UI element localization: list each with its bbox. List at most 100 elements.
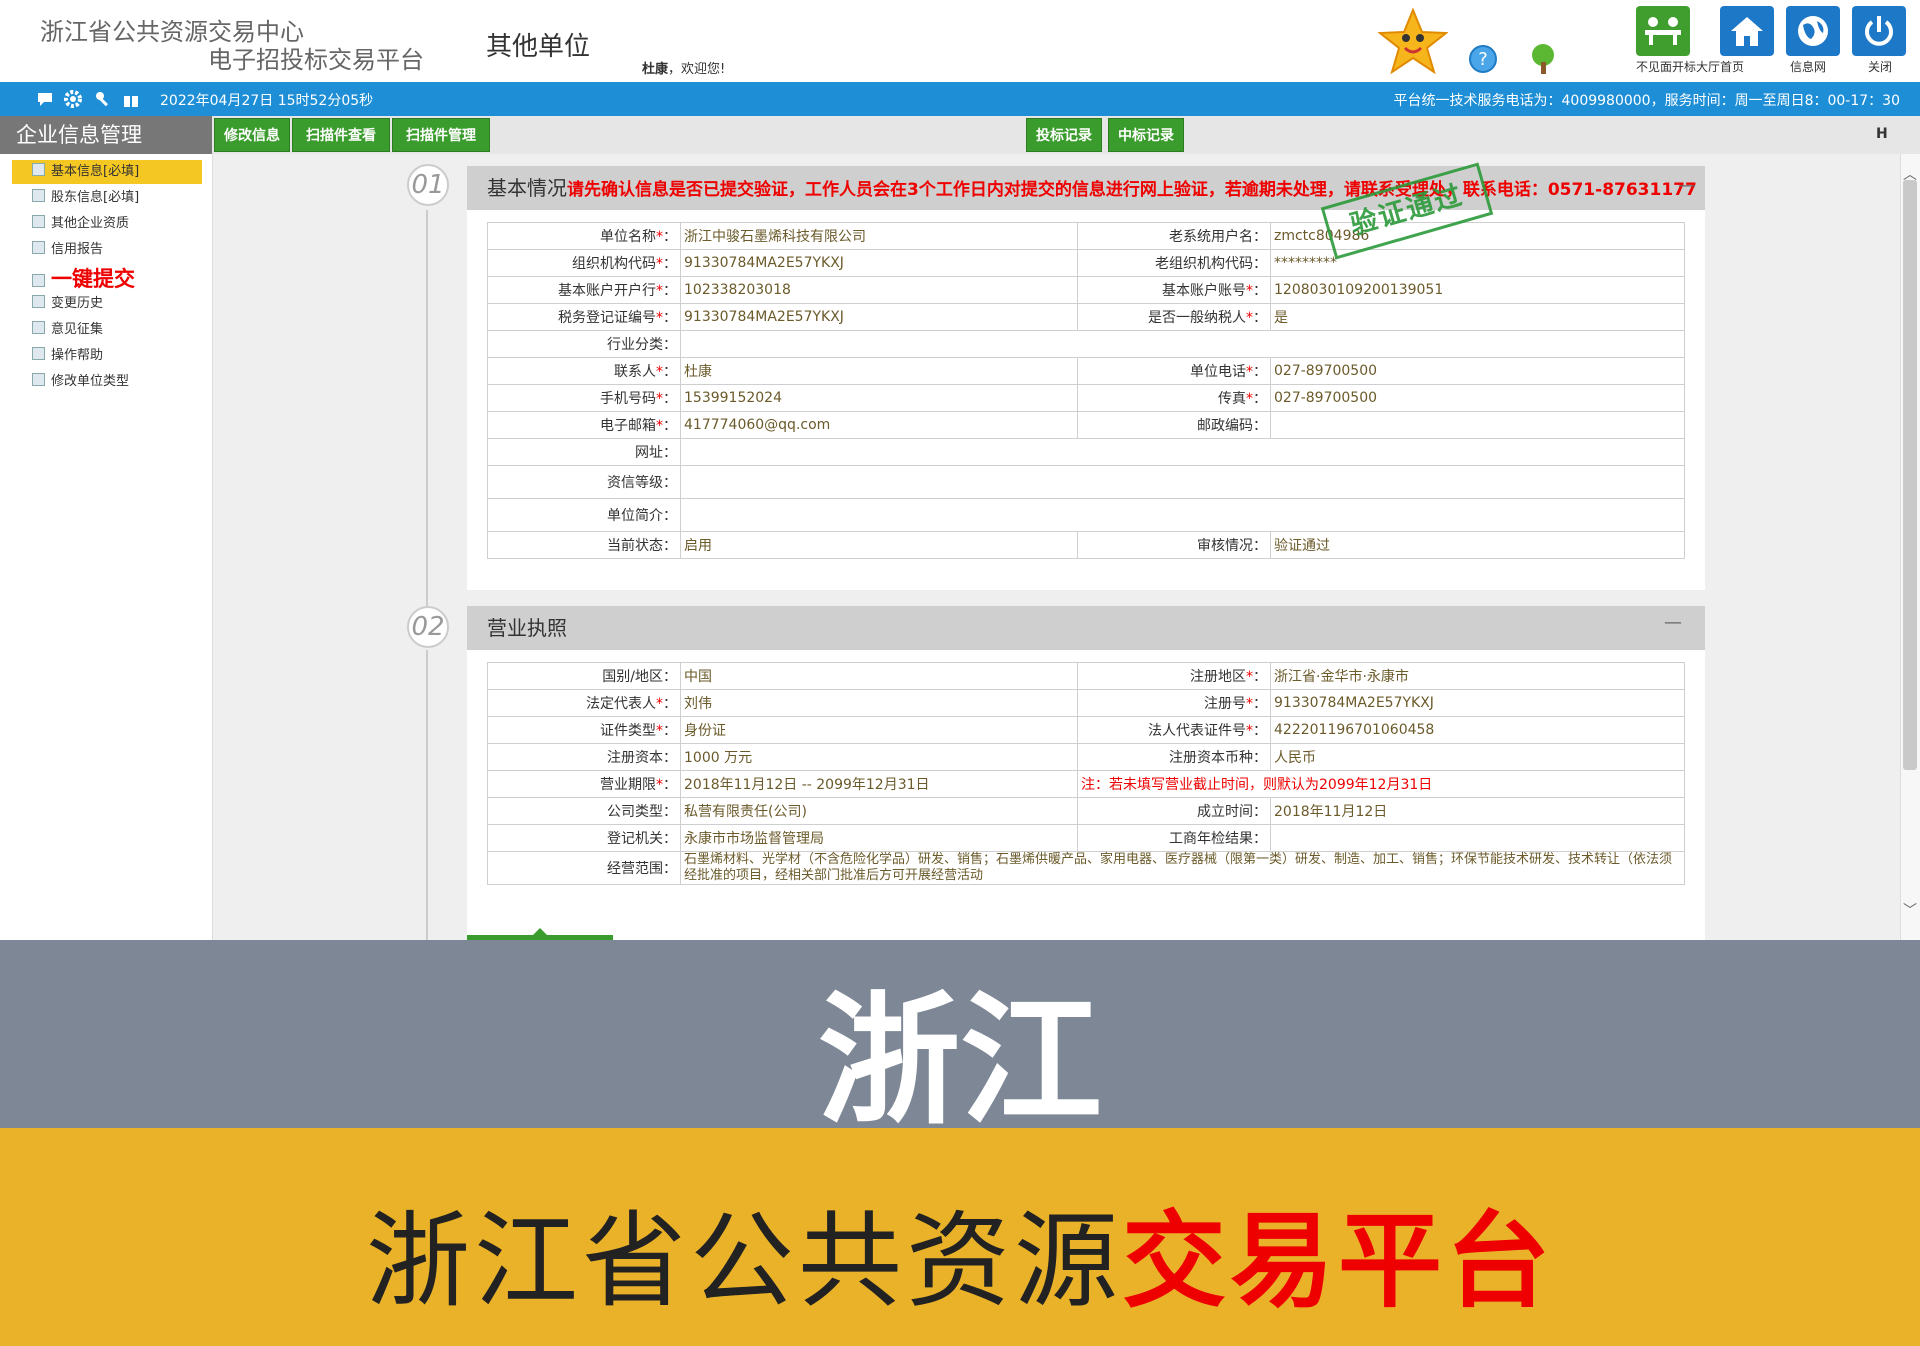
sidebar-item-label: 意见征集 <box>51 322 104 337</box>
table-row: 手机号码*： 15399152024 传真*： 027-89700500 <box>487 384 1685 412</box>
gift-icon[interactable] <box>122 90 140 112</box>
platform-name: 电子招投标交易平台 <box>208 46 424 74</box>
field-value[interactable]: 027-89700500 <box>1270 384 1685 412</box>
field-value[interactable]: 启用 <box>680 531 1078 559</box>
tab-edit-info[interactable]: 修改信息 <box>214 118 290 152</box>
field-label: 基本账户账号*： <box>1077 276 1271 304</box>
tree-icon[interactable] <box>1528 42 1558 76</box>
table-row: 单位名称*： 浙江中骏石墨烯科技有限公司 老系统用户名： zmctc804986 <box>487 222 1685 250</box>
field-value[interactable] <box>1270 824 1685 852</box>
field-value[interactable]: 中国 <box>680 662 1078 690</box>
field-value[interactable] <box>1270 411 1685 439</box>
field-value[interactable]: 1208030109200139051 <box>1270 276 1685 304</box>
field-value[interactable]: 刘伟 <box>680 689 1078 717</box>
field-value[interactable]: 浙江省·金华市·永康市 <box>1270 662 1685 690</box>
field-value[interactable]: 422201196701060458 <box>1270 716 1685 744</box>
field-value[interactable]: 027-89700500 <box>1270 357 1685 385</box>
tab-bid-records[interactable]: 投标记录 <box>1026 118 1102 152</box>
field-value[interactable]: 15399152024 <box>680 384 1078 412</box>
sidebar-item-label: 基本信息[必填] <box>51 164 140 179</box>
sidebar-item-change-history[interactable]: 变更历史 <box>12 292 103 316</box>
power-icon <box>1865 16 1893 46</box>
sidebar-item-label: 其他企业资质 <box>51 216 130 231</box>
gear-icon[interactable] <box>64 90 82 112</box>
field-value[interactable] <box>680 498 1685 532</box>
field-label: 联系人*： <box>487 357 681 385</box>
table-row: 法定代表人*： 刘伟 注册号*： 91330784MA2E57YKXJ <box>487 689 1685 717</box>
field-value[interactable]: 91330784MA2E57YKXJ <box>680 303 1078 331</box>
section-title: 营业执照 <box>487 616 567 640</box>
field-value[interactable]: 2018年11月12日 <box>1270 797 1685 825</box>
sidebar-item-help[interactable]: 操作帮助 <box>12 344 103 368</box>
scroll-thumb[interactable] <box>1903 180 1917 770</box>
license-panel: 国别/地区： 中国 注册地区*： 浙江省·金华市·永康市 法定代表人*： 刘伟 注册号*： 9… <box>467 650 1705 940</box>
sidebar-item-one-click-submit[interactable]: 一键提交 <box>12 264 135 294</box>
field-value[interactable]: 91330784MA2E57YKXJ <box>680 249 1078 277</box>
field-value[interactable]: 是 <box>1270 303 1685 331</box>
meeting-hall-label[interactable]: 不见面开标大厅首页 <box>1636 58 1744 75</box>
field-label: 审核情况： <box>1077 531 1271 559</box>
field-value[interactable]: 石墨烯材料、光学材（不含危险化学品）研发、销售；石墨烯供暖产品、家用电器、医疗器… <box>680 851 1685 885</box>
field-value[interactable] <box>680 438 1685 466</box>
basic-info-panel: 单位名称*： 浙江中骏石墨烯科技有限公司 老系统用户名： zmctc804986 组织机… <box>467 210 1705 590</box>
field-label: 公司类型： <box>487 797 681 825</box>
close-label[interactable]: 关闭 <box>1868 58 1892 75</box>
sidebar-item-change-type[interactable]: 修改单位类型 <box>12 370 129 394</box>
tab-win-records[interactable]: 中标记录 <box>1108 118 1184 152</box>
field-value[interactable]: 浙江中骏石墨烯科技有限公司 <box>680 222 1078 250</box>
field-label: 单位名称*： <box>487 222 681 250</box>
field-label: 资信等级： <box>487 465 681 499</box>
field-value[interactable] <box>680 330 1685 358</box>
table-row: 行业分类： <box>487 330 1685 358</box>
collapse-icon[interactable]: — <box>1664 612 1682 633</box>
field-value[interactable]: ********* <box>1270 249 1685 277</box>
field-label: 组织机构代码*： <box>487 249 681 277</box>
home-button[interactable] <box>1720 6 1774 56</box>
field-label: 税务登记证编号*： <box>487 303 681 331</box>
tab-scan-view[interactable]: 扫描件查看 <box>292 118 390 152</box>
doc-icon <box>32 373 45 386</box>
info-net-button[interactable] <box>1786 6 1840 56</box>
chat-icon[interactable] <box>36 90 54 112</box>
field-value[interactable]: 91330784MA2E57YKXJ <box>1270 689 1685 717</box>
field-value[interactable]: 杜康 <box>680 357 1078 385</box>
field-label: 法人代表证件号*： <box>1077 716 1271 744</box>
field-value[interactable] <box>680 465 1685 499</box>
field-value[interactable]: 人民币 <box>1270 743 1685 771</box>
field-label: 注册资本币种： <box>1077 743 1271 771</box>
field-value[interactable]: 417774060@qq.com <box>680 411 1078 439</box>
sidebar-item-qualifications[interactable]: 其他企业资质 <box>12 212 129 236</box>
doc-icon <box>32 189 45 202</box>
field-value[interactable]: 验证通过 <box>1270 531 1685 559</box>
field-label: 当前状态： <box>487 531 681 559</box>
table-row: 营业期限*： 2018年11月12日 -- 2099年12月31日 注：若未填写营业… <box>487 770 1685 798</box>
sidebar-item-shareholder[interactable]: 股东信息[必填] <box>12 186 139 210</box>
sidebar-item-credit-report[interactable]: 信用报告 <box>12 238 103 262</box>
info-net-label[interactable]: 信息网 <box>1790 58 1826 75</box>
field-value[interactable]: 身份证 <box>680 716 1078 744</box>
field-label: 行业分类： <box>487 330 681 358</box>
field-value[interactable]: 102338203018 <box>680 276 1078 304</box>
collapse-icon[interactable]: — <box>1678 175 1696 196</box>
close-button[interactable] <box>1852 6 1906 56</box>
field-label: 单位电话*： <box>1077 357 1271 385</box>
doc-icon <box>32 241 45 254</box>
section-header-license: 营业执照 <box>467 606 1705 650</box>
field-value[interactable]: 永康市市场监督管理局 <box>680 824 1078 852</box>
field-label: 单位简介： <box>487 498 681 532</box>
table-row: 经营范围： 石墨烯材料、光学材（不含危险化学品）研发、销售；石墨烯供暖产品、家用电… <box>487 851 1685 885</box>
scroll-down-icon[interactable]: ﹀ <box>1903 900 1917 920</box>
doc-icon <box>32 274 45 287</box>
field-value[interactable]: 私营有限责任(公司) <box>680 797 1078 825</box>
field-value[interactable]: 1000 万元 <box>680 743 1078 771</box>
user-name: 杜康 <box>642 62 669 77</box>
field-label: 营业期限*： <box>487 770 681 798</box>
sidebar-item-basic-info[interactable]: 基本信息[必填] <box>12 160 202 184</box>
tab-scan-manage[interactable]: 扫描件管理 <box>392 118 490 152</box>
help-icon[interactable]: ? <box>1468 44 1498 74</box>
sidebar-item-feedback[interactable]: 意见征集 <box>12 318 103 342</box>
collapse-h-icon[interactable]: H <box>1876 126 1888 142</box>
key-icon[interactable] <box>94 90 112 112</box>
meeting-hall-button[interactable] <box>1636 6 1690 56</box>
field-value[interactable]: 2018年11月12日 -- 2099年12月31日 <box>680 770 1078 798</box>
